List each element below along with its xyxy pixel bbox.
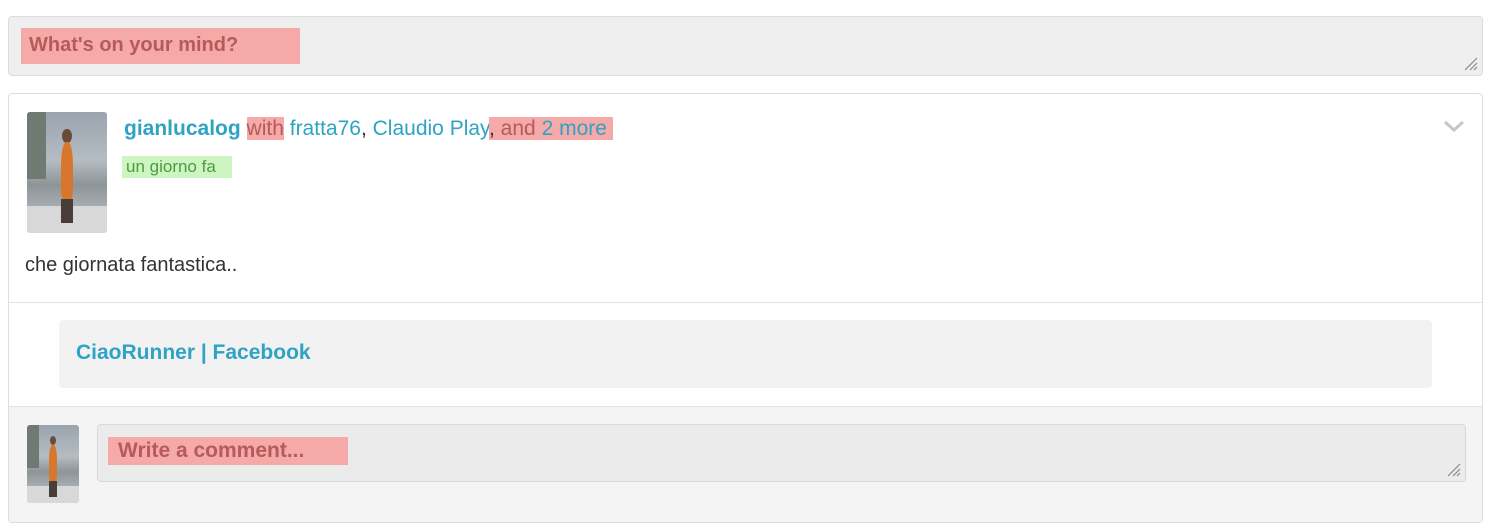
link-preview-title[interactable]: CiaoRunner | Facebook bbox=[76, 341, 311, 365]
post-card: gianlucalog with fratta76, Claudio Play,… bbox=[8, 93, 1483, 523]
more-tagged-link[interactable]: 2 more bbox=[542, 117, 607, 140]
comment-area: Write a comment... bbox=[9, 406, 1482, 522]
divider bbox=[9, 302, 1482, 303]
with-label: with bbox=[246, 117, 284, 140]
resize-grip-icon[interactable] bbox=[1445, 461, 1461, 477]
resize-grip-icon[interactable] bbox=[1462, 55, 1478, 71]
post-header: gianlucalog with fratta76, Claudio Play,… bbox=[124, 114, 613, 144]
tagged-user-link[interactable]: Claudio Play bbox=[373, 117, 489, 140]
tagged-user-link[interactable]: fratta76 bbox=[290, 117, 361, 140]
comment-input[interactable]: Write a comment... bbox=[97, 424, 1466, 482]
author-avatar[interactable] bbox=[27, 112, 107, 233]
and-more-group: , and 2 more bbox=[488, 117, 613, 140]
comment-placeholder: Write a comment... bbox=[108, 437, 348, 465]
post-timestamp[interactable]: un giorno fa bbox=[122, 156, 232, 178]
status-placeholder: What's on your mind? bbox=[21, 28, 300, 64]
author-link[interactable]: gianlucalog bbox=[124, 117, 241, 140]
separator-comma: , bbox=[360, 117, 367, 140]
separator-comma: , bbox=[488, 117, 495, 140]
status-composer[interactable]: What's on your mind? bbox=[8, 16, 1483, 76]
chevron-down-icon[interactable] bbox=[1442, 118, 1466, 134]
divider bbox=[9, 406, 1482, 407]
and-label: and bbox=[500, 117, 536, 140]
commenter-avatar[interactable] bbox=[27, 425, 79, 503]
post-text: che giornata fantastica.. bbox=[25, 254, 238, 276]
link-preview[interactable]: CiaoRunner | Facebook bbox=[59, 320, 1432, 388]
